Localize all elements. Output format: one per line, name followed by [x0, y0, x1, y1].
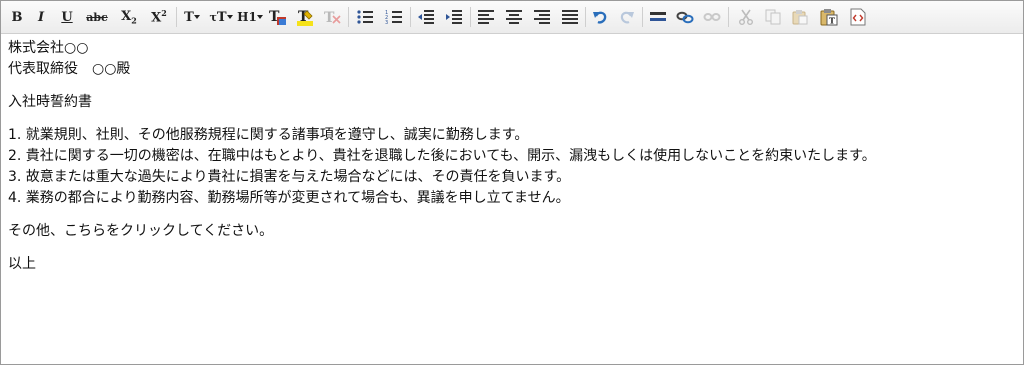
heading-dropdown[interactable]: H1: [237, 5, 263, 29]
cut-button[interactable]: [734, 5, 758, 29]
align-left-button[interactable]: [474, 5, 498, 29]
dropdown-arrow-icon: [193, 15, 200, 19]
pledge-item: 1. 就業規則、社則、その他服務規程に関する諸事項を遵守し、誠実に勤務します。: [8, 127, 529, 143]
paste-button[interactable]: [788, 5, 812, 29]
other-click-here-text[interactable]: その他、こちらをクリックしてください。: [8, 221, 1017, 242]
font-size-dropdown[interactable]: T: [180, 5, 204, 29]
horizontal-rule-button[interactable]: [646, 5, 670, 29]
numbered-list-icon: 1 2 3: [385, 10, 402, 25]
editor-content[interactable]: 株式会社○○ 代表取締役 ○○殿 入社時誓約書 1. 就業規則、社則、その他服務…: [8, 38, 1017, 358]
align-center-icon: [506, 10, 522, 24]
source-code-icon: [850, 8, 866, 26]
text-color-icon: T: [269, 9, 286, 25]
toolbar-separator: [348, 7, 349, 27]
paste-text-icon: T: [820, 9, 838, 26]
dropdown-arrow-icon: [256, 15, 263, 19]
rich-text-editor: B I U abc X2 X2 T τT H1 T T T 1 2 3 T 株式…: [0, 0, 1024, 365]
underline-button[interactable]: U: [57, 5, 77, 29]
font-size-icon: T: [184, 9, 194, 25]
outdent-icon: [418, 10, 434, 24]
heading-icon: H1: [237, 10, 257, 24]
svg-text:3: 3: [385, 20, 388, 25]
document-title: 入社時誓約書: [8, 94, 92, 110]
redo-icon: [620, 11, 634, 24]
paste-text-button[interactable]: T: [817, 5, 841, 29]
insert-link-button[interactable]: [673, 5, 697, 29]
strikethrough-button[interactable]: abc: [83, 5, 111, 29]
bold-button[interactable]: B: [7, 5, 27, 29]
highlight-color-button[interactable]: T: [293, 5, 317, 29]
copy-button[interactable]: [761, 5, 785, 29]
indent-icon: [446, 10, 462, 24]
bold-icon: B: [11, 9, 23, 25]
toolbar-separator: [410, 7, 411, 27]
align-right-button[interactable]: [530, 5, 554, 29]
toolbar-separator: [585, 7, 586, 27]
indent-button[interactable]: [442, 5, 466, 29]
italic-icon: I: [37, 9, 45, 25]
copy-icon: [765, 9, 781, 25]
toolbar-separator: [470, 7, 471, 27]
editor-toolbar: B I U abc X2 X2 T τT H1 T T T 1 2 3 T: [1, 1, 1023, 34]
source-code-button[interactable]: [846, 5, 870, 29]
closing-text: 以上: [8, 256, 36, 272]
subscript-icon: X2: [121, 8, 137, 26]
superscript-button[interactable]: X2: [147, 5, 171, 29]
align-left-icon: [478, 10, 494, 24]
clear-format-button[interactable]: T: [320, 5, 344, 29]
strikethrough-icon: abc: [86, 10, 108, 24]
text-color-button[interactable]: T: [266, 5, 290, 29]
paste-icon: [792, 10, 808, 25]
outdent-button[interactable]: [414, 5, 438, 29]
font-family-dropdown[interactable]: τT: [208, 5, 234, 29]
superscript-icon: X2: [151, 8, 167, 26]
recipient-line: 代表取締役 ○○殿: [8, 61, 131, 77]
subscript-button[interactable]: X2: [117, 5, 141, 29]
pledge-item: 2. 貴社に関する一切の機密は、在職中はもとより、貴社を退職した後においても、開…: [8, 148, 876, 164]
underline-icon: U: [61, 9, 73, 25]
font-family-icon: τ: [209, 10, 217, 24]
pledge-item: 4. 業務の都合により勤務内容、勤務場所等が変更されて場合も、異議を申し立てませ…: [8, 190, 570, 206]
scissors-icon: [739, 9, 753, 25]
svg-text:T: T: [829, 16, 835, 26]
toolbar-separator: [176, 7, 177, 27]
company-name-line: 株式会社○○: [8, 40, 89, 56]
align-right-icon: [534, 10, 550, 24]
unlink-icon: [703, 13, 721, 21]
undo-icon: [593, 11, 607, 24]
toolbar-separator: [642, 7, 643, 27]
align-center-button[interactable]: [502, 5, 526, 29]
pledge-item: 3. 故意または重大な過失により貴社に損害を与えた場合などには、その責任を負いま…: [8, 169, 571, 185]
bulleted-list-icon: [357, 10, 373, 24]
undo-button[interactable]: [588, 5, 612, 29]
numbered-list-button[interactable]: 1 2 3: [382, 5, 406, 29]
bulleted-list-button[interactable]: [353, 5, 377, 29]
italic-button[interactable]: I: [31, 5, 51, 29]
toolbar-separator: [728, 7, 729, 27]
link-icon: [676, 11, 694, 24]
unlink-button[interactable]: [700, 5, 724, 29]
clear-format-icon: T: [324, 10, 341, 26]
highlight-icon: T: [297, 9, 313, 26]
dropdown-arrow-icon: [226, 15, 233, 19]
redo-button[interactable]: [615, 5, 639, 29]
align-justify-button[interactable]: [558, 5, 582, 29]
horizontal-rule-icon: [650, 12, 666, 21]
svg-text:T: T: [324, 10, 335, 26]
align-justify-icon: [562, 10, 578, 24]
